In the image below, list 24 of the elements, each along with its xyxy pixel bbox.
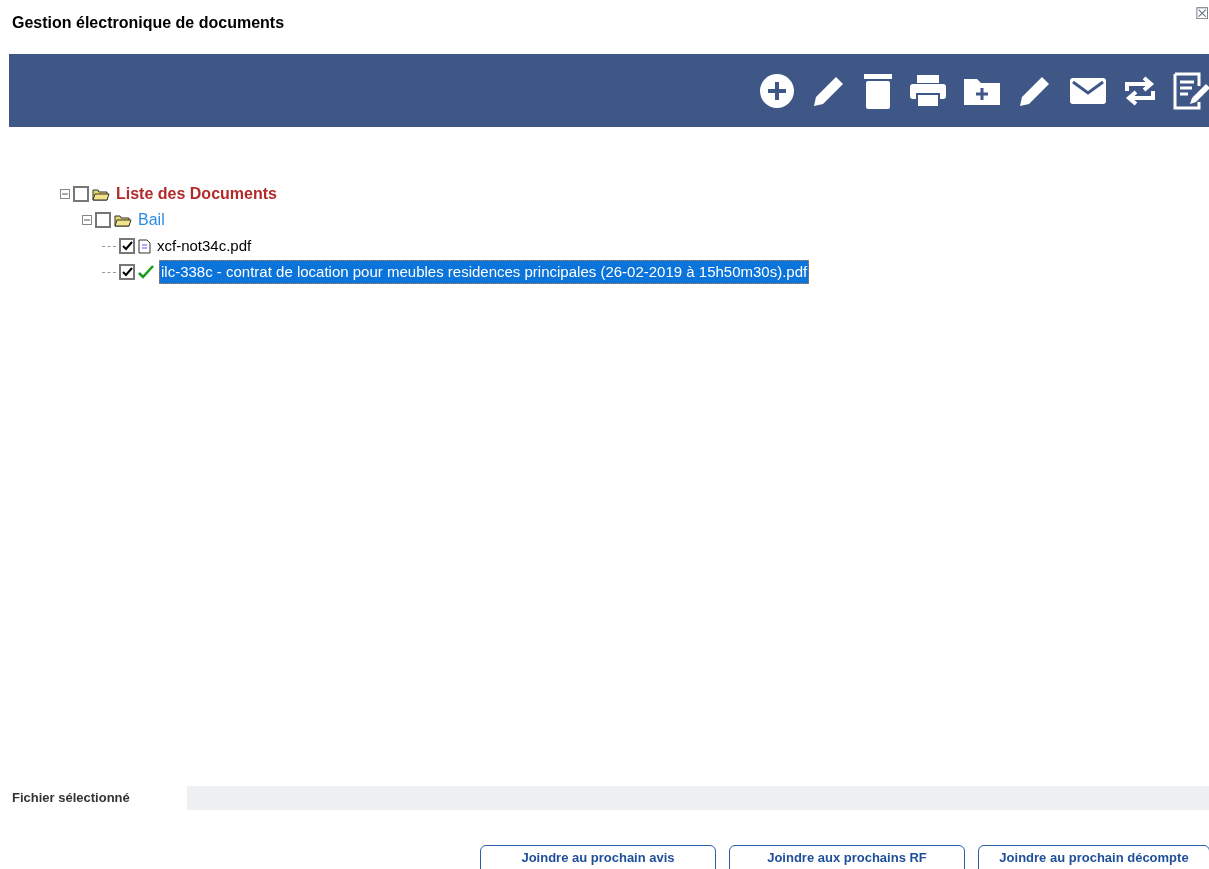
- checkbox[interactable]: [73, 186, 89, 202]
- close-button[interactable]: ☒: [1195, 6, 1209, 22]
- checkbox[interactable]: [119, 264, 135, 280]
- folder-icon: [92, 187, 110, 201]
- field-label: Fichier sélectionné: [11, 789, 131, 808]
- folder-icon: [114, 213, 132, 227]
- add-icon[interactable]: [759, 72, 795, 109]
- checkbox[interactable]: [119, 238, 135, 254]
- collapse-icon[interactable]: [60, 189, 70, 199]
- trash-icon[interactable]: [863, 71, 893, 110]
- tree-item[interactable]: Liste des Documents: [115, 182, 278, 206]
- print-icon[interactable]: [909, 73, 947, 108]
- collapse-icon[interactable]: [82, 215, 92, 225]
- tree-item[interactable]: ilc-338c - contrat de location pour meubles residences principales (26-02-2019 à 15h50m30s).pdf: [159, 259, 810, 285]
- attach-button[interactable]: Joindre au prochain avis: [480, 845, 716, 869]
- tree-item[interactable]: xcf-not34c.pdf: [156, 234, 253, 258]
- document-icon: [138, 238, 151, 254]
- attach-button[interactable]: Joindre aux prochains RF: [729, 845, 965, 869]
- envelope-icon[interactable]: [1069, 76, 1107, 105]
- checkmark-icon: [138, 265, 154, 279]
- checkbox[interactable]: [95, 212, 111, 228]
- window-title: Gestion électronique de documents: [12, 13, 285, 33]
- tree-item[interactable]: Bail: [137, 208, 166, 232]
- document-edit-icon[interactable]: [1173, 71, 1209, 110]
